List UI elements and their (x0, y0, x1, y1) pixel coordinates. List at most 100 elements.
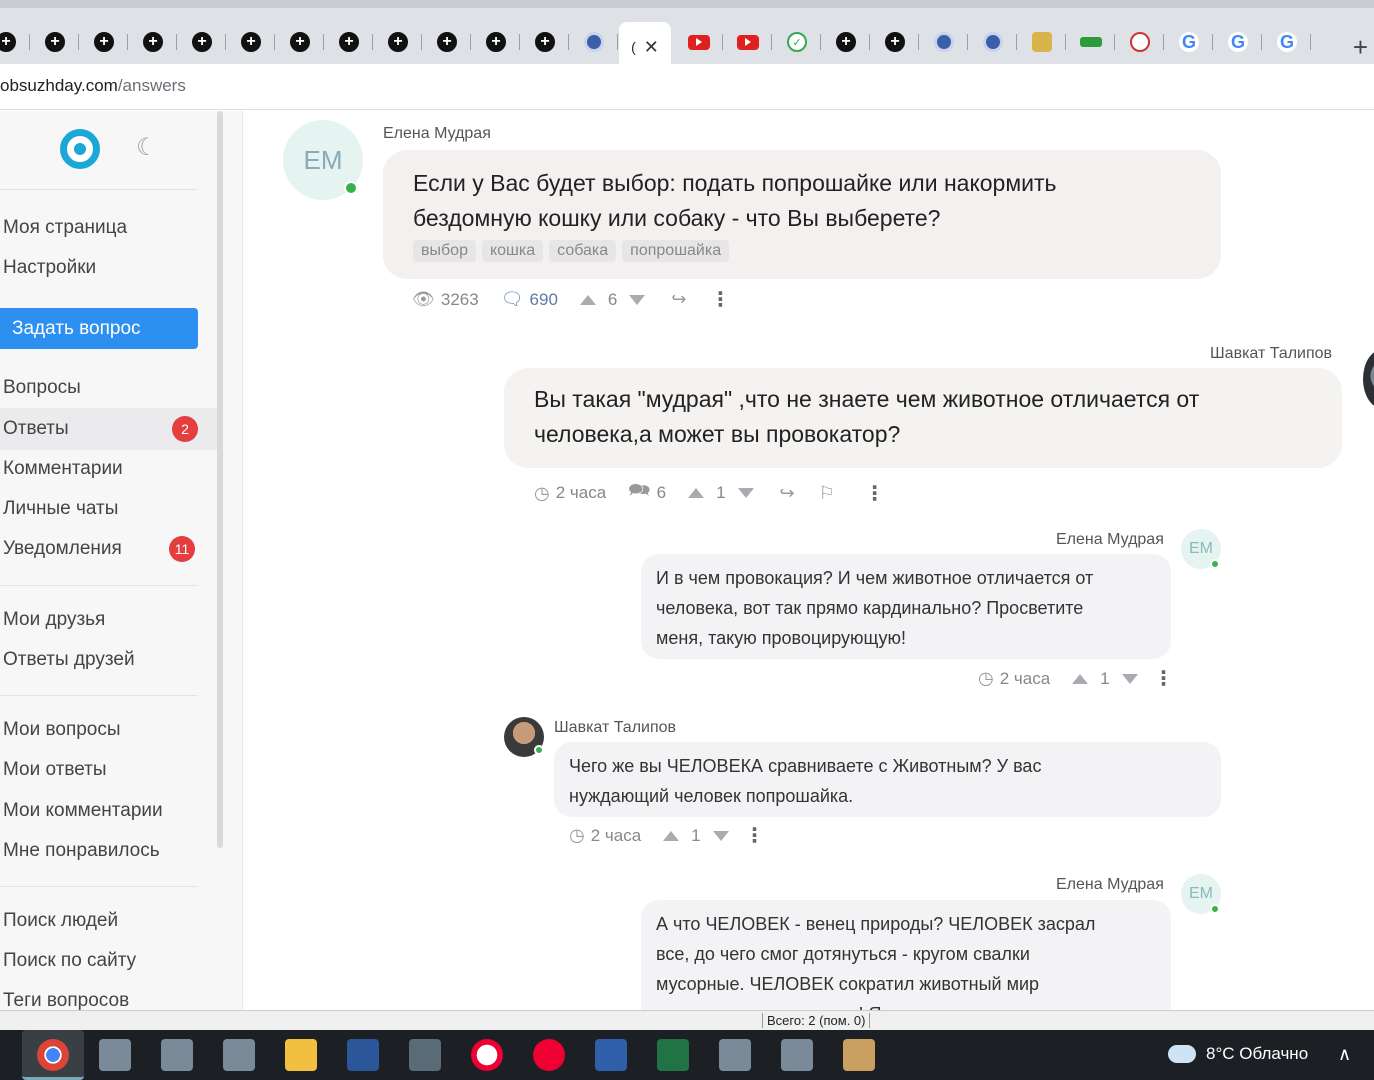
sidebar-item-answers[interactable]: Ответы 2 (0, 408, 217, 450)
sidebar-scrollbar[interactable] (217, 111, 223, 848)
browser-tab[interactable] (423, 22, 471, 62)
browser-tab[interactable] (472, 22, 520, 62)
tag[interactable]: собака (549, 240, 617, 262)
taskbar-chrome-icon[interactable] (22, 1030, 84, 1080)
answer-comments-count[interactable]: 6 (657, 483, 666, 503)
browser-tab[interactable] (570, 22, 618, 62)
comments-icon[interactable]: 🗪 (628, 478, 650, 508)
share-icon[interactable]: ↪ (671, 289, 686, 310)
taskbar-calculator-icon[interactable] (409, 1039, 441, 1071)
question-author[interactable]: Елена Мудрая (383, 125, 491, 143)
upvote-arrow-icon[interactable] (663, 830, 680, 841)
browser-tab[interactable] (969, 22, 1017, 62)
dark-mode-moon-icon[interactable]: ☾ (136, 135, 162, 161)
answer-text[interactable]: Вы такая "мудрая" ,что не знаете чем жив… (534, 382, 1304, 452)
answer-card[interactable]: Вы такая "мудрая" ,что не знаете чем жив… (504, 368, 1342, 468)
browser-tab[interactable] (521, 22, 569, 62)
site-logo-icon[interactable] (60, 129, 100, 169)
taskbar-app-icon[interactable] (781, 1039, 813, 1071)
sidebar-item-questions[interactable]: Вопросы (3, 375, 213, 401)
sidebar-item-my-page[interactable]: Моя страница (3, 215, 213, 241)
upvote-arrow-icon[interactable] (688, 488, 705, 498)
comments-count[interactable]: 690 (530, 290, 558, 310)
browser-tab[interactable] (276, 22, 324, 62)
taskbar-excel-icon[interactable] (657, 1039, 689, 1071)
answer-author-avatar[interactable] (1363, 349, 1374, 409)
browser-tab[interactable] (227, 22, 275, 62)
downvote-arrow-icon[interactable] (629, 294, 646, 305)
browser-tab[interactable]: G (1165, 22, 1213, 62)
flag-icon[interactable]: ⚐ (819, 483, 835, 504)
taskbar-word-icon[interactable] (347, 1039, 379, 1071)
upvote-arrow-icon[interactable] (1072, 673, 1089, 684)
more-options-icon[interactable]: ⋮ (865, 481, 885, 506)
ask-question-button[interactable]: Задать вопрос (0, 308, 198, 349)
sidebar-item-my-comments[interactable]: Мои комментарии (3, 798, 213, 824)
comment-bubble-icon[interactable]: 🗨 (501, 289, 524, 310)
comment-author[interactable]: Шавкат Талипов (554, 719, 676, 737)
browser-tab[interactable] (80, 22, 128, 62)
taskbar-floppy-icon[interactable] (595, 1039, 627, 1071)
browser-tab[interactable] (773, 22, 821, 62)
comment-author[interactable]: Елена Мудрая (1056, 531, 1164, 549)
more-options-icon[interactable]: ⋮ (710, 287, 730, 312)
tag[interactable]: выбор (413, 240, 476, 262)
sidebar-item-liked[interactable]: Мне понравилось (3, 838, 213, 864)
tag[interactable]: попрошайка (622, 240, 730, 262)
comment-card[interactable]: А что ЧЕЛОВЕК - венец природы? ЧЕЛОВЕК з… (641, 900, 1171, 1010)
browser-tab[interactable] (871, 22, 919, 62)
question-card[interactable]: Если у Вас будет выбор: подать попрошайк… (383, 150, 1221, 279)
sidebar-item-comments[interactable]: Комментарии (3, 456, 213, 482)
sidebar-item-my-answers[interactable]: Мои ответы (3, 757, 213, 783)
browser-tab[interactable] (675, 22, 723, 62)
more-options-icon[interactable]: ⋮ (745, 823, 765, 848)
weather-widget[interactable]: 8°C Облачно (1168, 1044, 1308, 1064)
taskbar-app-icon[interactable] (719, 1039, 751, 1071)
taskbar-app-icon[interactable] (223, 1039, 255, 1071)
comment-text[interactable]: А что ЧЕЛОВЕК - венец природы? ЧЕЛОВЕК з… (656, 909, 1104, 1010)
sidebar-item-find-people[interactable]: Поиск людей (3, 908, 213, 934)
browser-tab[interactable] (1067, 22, 1115, 62)
new-tab-button[interactable]: + (1353, 32, 1368, 63)
taskbar-yandex-browser-icon[interactable] (471, 1039, 503, 1071)
browser-tab[interactable] (1018, 22, 1066, 62)
more-options-icon[interactable]: ⋮ (1154, 666, 1174, 691)
sidebar-item-notifications[interactable]: Уведомления 11 (3, 536, 213, 562)
browser-tab[interactable]: G (1214, 22, 1262, 62)
taskbar-paint-icon[interactable] (843, 1039, 875, 1071)
comment-author[interactable]: Елена Мудрая (1056, 876, 1164, 894)
answer-author[interactable]: Шавкат Талипов (1210, 345, 1332, 363)
tag[interactable]: кошка (481, 240, 544, 262)
taskbar-yandex-icon[interactable] (533, 1039, 565, 1071)
sidebar-item-private-chats[interactable]: Личные чаты (3, 496, 213, 522)
browser-tab[interactable] (31, 22, 79, 62)
browser-tab[interactable] (822, 22, 870, 62)
comment-card[interactable]: И в чем провокация? И чем животное отлич… (641, 554, 1171, 659)
downvote-arrow-icon[interactable] (737, 488, 754, 498)
question-text[interactable]: Если у Вас будет выбор: подать попрошайк… (413, 166, 1173, 236)
browser-tab[interactable] (374, 22, 422, 62)
address-bar[interactable]: obsuzhday.com/answers (0, 64, 1374, 110)
upvote-arrow-icon[interactable] (579, 294, 596, 305)
downvote-arrow-icon[interactable] (1121, 673, 1138, 684)
share-icon[interactable]: ↪ (780, 483, 795, 504)
close-tab-icon[interactable]: ✕ (644, 37, 659, 58)
taskbar-app-icon[interactable] (161, 1039, 193, 1071)
taskbar-folder-icon[interactable] (285, 1039, 317, 1071)
url-text[interactable]: obsuzhday.com/answers (0, 76, 186, 96)
sidebar-item-settings[interactable]: Настройки (3, 255, 213, 281)
sidebar-item-site-search[interactable]: Поиск по сайту (3, 948, 213, 974)
browser-tab[interactable] (178, 22, 226, 62)
browser-tab[interactable]: G (1263, 22, 1311, 62)
sidebar-item-my-questions[interactable]: Мои вопросы (3, 717, 213, 743)
browser-tab[interactable] (0, 22, 30, 62)
browser-tab[interactable] (724, 22, 772, 62)
sidebar-item-my-friends[interactable]: Мои друзья (3, 607, 213, 633)
tray-chevron-up-icon[interactable]: ∧ (1338, 1044, 1351, 1065)
comment-text[interactable]: Чего же вы ЧЕЛОВЕКА сравниваете с Животн… (569, 751, 1041, 811)
comment-card[interactable]: Чего же вы ЧЕЛОВЕКА сравниваете с Животн… (554, 742, 1221, 817)
browser-tab[interactable] (920, 22, 968, 62)
comment-text[interactable]: И в чем провокация? И чем животное отлич… (656, 563, 1093, 653)
taskbar-app-icon[interactable] (99, 1039, 131, 1071)
browser-tab[interactable] (129, 22, 177, 62)
